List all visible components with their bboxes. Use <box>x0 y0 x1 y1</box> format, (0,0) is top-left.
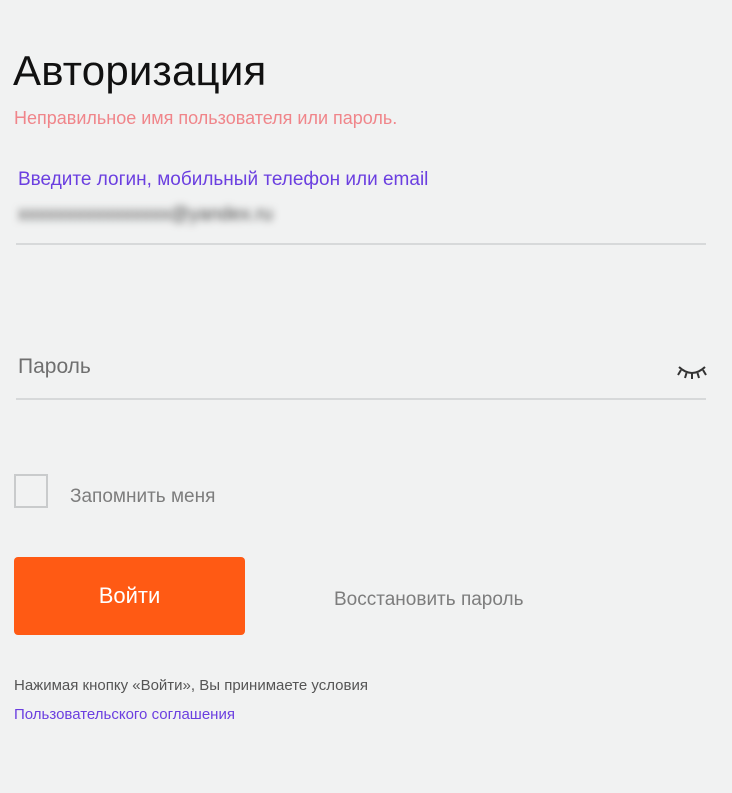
terms-text: Нажимая кнопку «Войти», Вы принимаете ус… <box>14 677 368 694</box>
error-message: Неправильное имя пользователя или пароль… <box>14 108 398 128</box>
terms-link[interactable]: Пользовательского соглашения <box>14 706 235 723</box>
page-title: Авторизация <box>13 47 267 94</box>
password-underline <box>16 398 706 400</box>
password-input[interactable] <box>18 352 658 382</box>
login-input[interactable] <box>18 203 358 227</box>
login-underline <box>16 243 706 245</box>
eye-closed-icon[interactable] <box>676 362 708 382</box>
restore-password-link[interactable]: Восстановить пароль <box>334 589 524 611</box>
login-button[interactable]: Войти <box>14 557 245 635</box>
remember-label[interactable]: Запомнить меня <box>70 486 215 508</box>
remember-checkbox[interactable] <box>14 474 48 508</box>
login-field-label: Введите логин, мобильный телефон или ema… <box>18 169 429 190</box>
